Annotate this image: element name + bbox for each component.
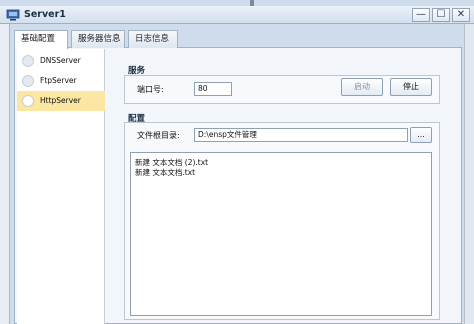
close-button[interactable]: ✕ [452, 8, 470, 22]
server-app-icon [6, 9, 20, 21]
window-title: Server1 [24, 9, 66, 20]
list-item-label: HttpServer [40, 96, 81, 105]
minimize-button[interactable]: — [412, 8, 430, 22]
root-dir-input[interactable]: D:\ensp文件管理 [194, 128, 408, 142]
tab-basic-config[interactable]: 基础配置 [14, 30, 68, 49]
file-item[interactable]: 新建 文本文档.txt [135, 167, 195, 178]
app-window: Server1 — ☐ ✕ 基础配置 服务器信息 日志信息 DNSServer … [0, 0, 474, 324]
root-dir-label: 文件根目录: [137, 131, 180, 140]
list-item-http-server[interactable]: HttpServer [17, 91, 105, 111]
port-input[interactable]: 80 [194, 82, 232, 96]
list-item-dns-server[interactable]: DNSServer [17, 51, 105, 71]
server-list: DNSServer FtpServer HttpServer [17, 49, 105, 324]
radio-indicator-icon [22, 95, 34, 107]
background-window-edge-right [464, 24, 474, 324]
stop-button[interactable]: 停止 [390, 78, 432, 96]
background-window-edge [0, 24, 10, 324]
port-label: 端口号: [137, 85, 164, 94]
browse-button[interactable]: ... [410, 127, 432, 143]
list-item-label: DNSServer [40, 56, 81, 65]
list-item-ftp-server[interactable]: FtpServer [17, 71, 105, 91]
tab-server-info[interactable]: 服务器信息 [71, 30, 125, 48]
tab-log-info[interactable]: 日志信息 [128, 30, 178, 48]
radio-indicator-icon [22, 55, 34, 67]
file-list: 新建 文本文档 (2).txt 新建 文本文档.txt [130, 152, 432, 316]
list-item-label: FtpServer [40, 76, 77, 85]
radio-indicator-icon [22, 75, 34, 87]
maximize-button[interactable]: ☐ [432, 8, 450, 22]
title-bar[interactable]: Server1 — ☐ ✕ [0, 6, 474, 24]
start-button[interactable]: 启动 [341, 78, 383, 96]
